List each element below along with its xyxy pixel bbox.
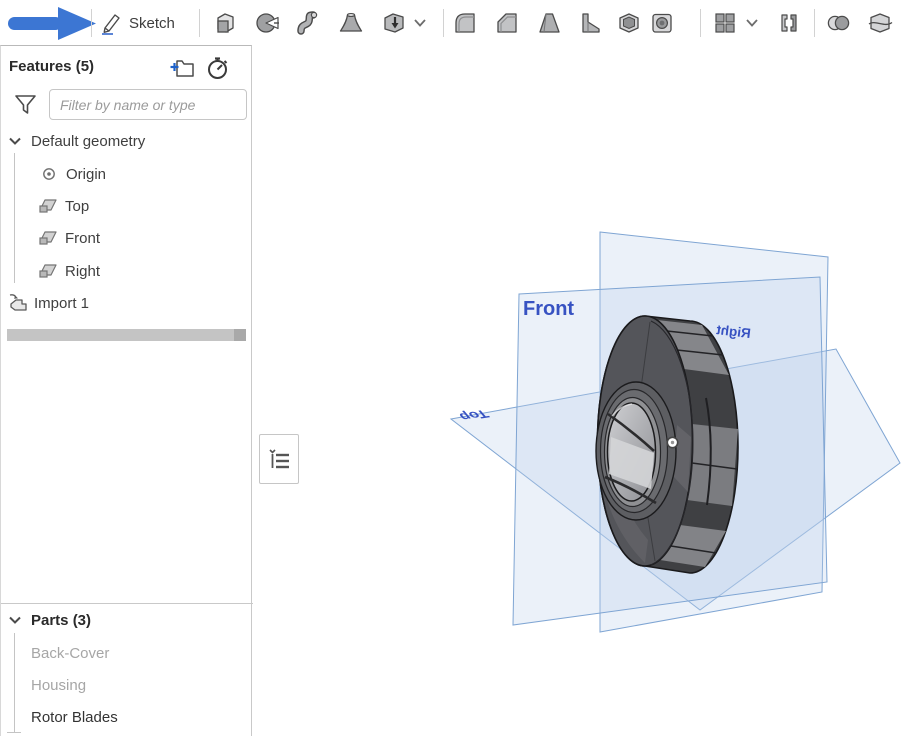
fillet-button[interactable]	[452, 10, 478, 36]
filter-funnel-icon[interactable]	[14, 93, 37, 121]
features-header: Features (5)	[9, 56, 94, 78]
add-folder-icon[interactable]	[169, 57, 195, 84]
toolbar-divider	[700, 9, 701, 37]
draft-button[interactable]	[536, 10, 562, 36]
loft-button[interactable]	[338, 10, 364, 36]
rib-button[interactable]	[578, 10, 604, 36]
part-item-rotor-blades[interactable]: Rotor Blades	[31, 705, 118, 729]
chevron-down-icon[interactable]	[744, 16, 760, 30]
chevron-down-icon[interactable]	[412, 16, 428, 30]
shell-button[interactable]	[616, 10, 642, 36]
revolve-button[interactable]	[254, 10, 280, 36]
rotor-model[interactable]	[596, 316, 738, 573]
tree-node-default-geometry[interactable]: Default geometry	[7, 129, 145, 153]
chevron-down-icon[interactable]	[7, 133, 23, 149]
tree-node-origin[interactable]: Origin	[41, 162, 106, 186]
blade-passage-mid	[687, 424, 738, 506]
filter-input[interactable]	[49, 89, 247, 120]
tree-node-right-plane[interactable]: Right	[37, 259, 100, 283]
tree-node-label: Default geometry	[31, 133, 145, 150]
tree-node-import[interactable]: Import 1	[7, 291, 89, 315]
tree-node-label: Import 1	[34, 295, 89, 312]
sketch-label: Sketch	[129, 15, 175, 32]
enclose-button[interactable]	[381, 10, 407, 36]
tree-node-label: Origin	[66, 166, 106, 183]
linear-pattern-button[interactable]	[712, 10, 738, 36]
tree-node-label: Top	[65, 198, 89, 215]
tree-node-front-plane[interactable]: Front	[37, 226, 100, 250]
parts-header[interactable]: Parts (3)	[7, 608, 91, 632]
import-icon	[7, 292, 29, 314]
split-button[interactable]	[867, 10, 893, 36]
plane-icon	[37, 261, 59, 281]
tree-connector-line	[14, 633, 15, 732]
toolbar-divider	[91, 9, 92, 37]
feature-list-flyout-tab[interactable]	[259, 434, 299, 484]
chevron-down-icon[interactable]	[7, 612, 23, 628]
toolbar-divider	[814, 9, 815, 37]
section-divider	[1, 603, 253, 604]
rollback-bar[interactable]	[7, 329, 246, 341]
hole-button[interactable]	[649, 10, 675, 36]
extrude-button[interactable]	[212, 10, 238, 36]
front-plane-label: Front	[523, 298, 574, 320]
rollback-handle[interactable]	[234, 329, 246, 341]
part-item-housing[interactable]: Housing	[31, 673, 86, 697]
feature-tree-panel: Features (5) Default geometry Origin Top…	[0, 45, 252, 736]
tree-node-top-plane[interactable]: Top	[37, 194, 89, 218]
stopwatch-icon[interactable]	[205, 55, 231, 86]
mirror-button[interactable]	[776, 10, 802, 36]
tree-connector-line	[14, 153, 15, 283]
tree-connector-tick	[7, 732, 21, 733]
boolean-button[interactable]	[825, 10, 851, 36]
chamfer-button[interactable]	[494, 10, 520, 36]
feature-toolbar: Sketch	[0, 0, 907, 45]
part-item-back-cover[interactable]: Back-Cover	[31, 641, 109, 665]
plane-icon	[37, 228, 59, 248]
sketch-pencil-icon	[98, 11, 123, 36]
toolbar-divider	[199, 9, 200, 37]
toolbar-divider	[443, 9, 444, 37]
annotation-arrow-icon	[6, 6, 98, 42]
origin-marker[interactable]	[667, 437, 677, 447]
sweep-button[interactable]	[296, 10, 322, 36]
tree-node-label: Right	[65, 263, 100, 280]
list-icon	[266, 446, 292, 472]
sketch-button[interactable]: Sketch	[98, 8, 175, 38]
tree-node-label: Front	[65, 230, 100, 247]
origin-icon	[41, 166, 57, 182]
plane-icon	[37, 196, 59, 216]
